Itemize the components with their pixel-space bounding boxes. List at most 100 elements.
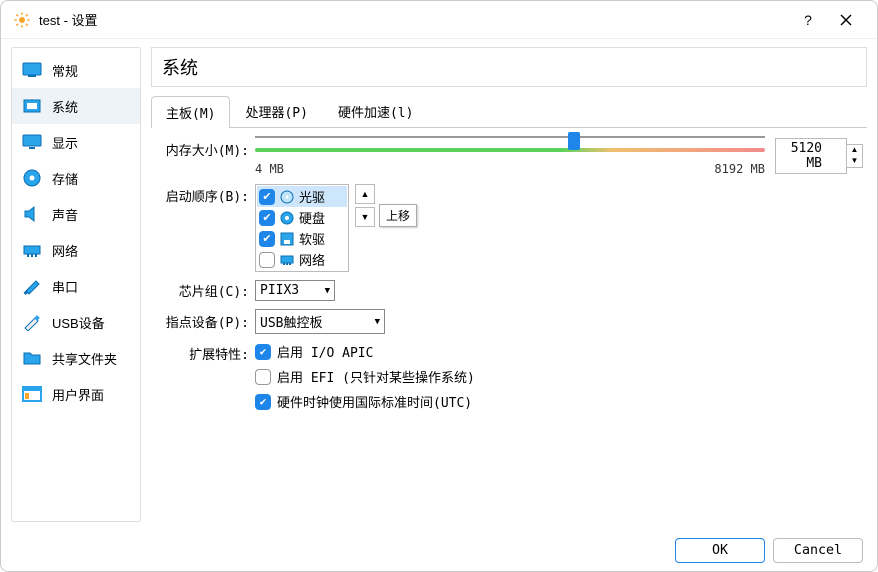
display-icon xyxy=(22,133,42,151)
sidebar-item-shared[interactable]: 共享文件夹 xyxy=(12,340,140,376)
titlebar: test - 设置 ? xyxy=(1,1,877,39)
sidebar-item-label: 网络 xyxy=(52,241,78,260)
boot-item-label: 软驱 xyxy=(299,229,325,248)
checkbox-icon[interactable] xyxy=(255,369,271,385)
chipset-label: 芯片组(C): xyxy=(155,281,255,300)
serial-icon xyxy=(22,277,42,295)
sidebar-item-display[interactable]: 显示 xyxy=(12,124,140,160)
sidebar-item-label: 共享文件夹 xyxy=(52,349,117,368)
pointing-label: 指点设备(P): xyxy=(155,312,255,331)
network-boot-icon xyxy=(279,252,295,268)
boot-item-network[interactable]: 网络 xyxy=(257,249,347,270)
sidebar-item-label: 存储 xyxy=(52,169,78,188)
sidebar-item-system[interactable]: 系统 xyxy=(12,88,140,124)
spin-up-icon: ▲ xyxy=(847,145,862,156)
sidebar-item-network[interactable]: 网络 xyxy=(12,232,140,268)
memory-row: 内存大小(M): 4 MB 8192 MB 5120 MB xyxy=(155,138,863,176)
chevron-down-icon: ▼ xyxy=(375,317,380,327)
slider-thumb[interactable] xyxy=(568,132,580,150)
cancel-button[interactable]: Cancel xyxy=(773,538,863,563)
sidebar-item-storage[interactable]: 存储 xyxy=(12,160,140,196)
sidebar-item-label: 串口 xyxy=(52,277,78,296)
chipset-value: PIIX3 xyxy=(260,283,299,298)
sidebar-item-label: 显示 xyxy=(52,133,78,152)
chipset-combo[interactable]: PIIX3 ▼ xyxy=(255,280,335,301)
harddisk-icon xyxy=(279,210,295,226)
extended-row: 扩展特性: ✔ 启用 I/O APIC 启用 EFI (只针对某些操作系统) ✔ xyxy=(155,342,863,417)
efi-label: 启用 EFI (只针对某些操作系统) xyxy=(277,367,475,386)
sidebar-item-label: 系统 xyxy=(52,97,78,116)
tab-acceleration[interactable]: 硬件加速(l) xyxy=(323,95,428,127)
checkbox-icon[interactable]: ✔ xyxy=(255,344,271,360)
memory-slider[interactable] xyxy=(255,138,765,154)
boot-item-harddisk[interactable]: ✔ 硬盘 xyxy=(257,207,347,228)
main-panel: 系统 主板(M) 处理器(P) 硬件加速(l) 内存大小(M): xyxy=(151,47,867,522)
memory-max-label: 8192 MB xyxy=(714,162,765,176)
sidebar-item-audio[interactable]: 声音 xyxy=(12,196,140,232)
spin-down-icon: ▼ xyxy=(847,156,862,167)
motherboard-form: 内存大小(M): 4 MB 8192 MB 5120 MB xyxy=(151,128,867,435)
checkbox-icon[interactable]: ✔ xyxy=(255,394,271,410)
ok-button[interactable]: OK xyxy=(675,538,765,563)
ioapic-label: 启用 I/O APIC xyxy=(277,342,373,361)
memory-min-label: 4 MB xyxy=(255,162,284,176)
pointing-combo[interactable]: USB触控板 ▼ xyxy=(255,309,385,334)
ioapic-checkbox-row[interactable]: ✔ 启用 I/O APIC xyxy=(255,342,863,361)
optical-icon xyxy=(279,189,295,205)
tabrow: 主板(M) 处理器(P) 硬件加速(l) xyxy=(151,95,867,128)
dialog-footer: OK Cancel xyxy=(1,530,877,571)
tab-processor[interactable]: 处理器(P) xyxy=(230,95,322,127)
tab-motherboard[interactable]: 主板(M) xyxy=(151,96,230,128)
boot-item-label: 光驱 xyxy=(299,187,325,206)
boot-order-row: 启动顺序(B): ✔ 光驱 ✔ 硬盘 xyxy=(155,184,863,272)
pointing-value: USB触控板 xyxy=(260,312,322,331)
usb-icon xyxy=(22,313,42,331)
boot-move-down-button[interactable]: ▼ xyxy=(355,207,375,227)
category-sidebar: 常规 系统 显示 存储 声音 网络 xyxy=(11,47,141,522)
sidebar-item-label: USB设备 xyxy=(52,313,105,332)
sidebar-item-serial[interactable]: 串口 xyxy=(12,268,140,304)
sidebar-item-label: 常规 xyxy=(52,61,78,80)
storage-icon xyxy=(22,169,42,187)
app-icon xyxy=(13,11,31,29)
floppy-icon xyxy=(279,231,295,247)
sidebar-item-label: 用户界面 xyxy=(52,385,104,404)
memory-spinner[interactable]: ▲▼ xyxy=(847,144,863,168)
boot-item-label: 硬盘 xyxy=(299,208,325,227)
chevron-down-icon: ▼ xyxy=(325,286,330,296)
utc-checkbox-row[interactable]: ✔ 硬件时钟使用国际标准时间(UTC) xyxy=(255,392,863,411)
help-button[interactable]: ? xyxy=(789,1,827,39)
extended-label: 扩展特性: xyxy=(155,342,255,363)
ui-icon xyxy=(22,385,42,403)
network-icon xyxy=(22,241,42,259)
memory-label: 内存大小(M): xyxy=(155,138,255,159)
boot-item-floppy[interactable]: ✔ 软驱 xyxy=(257,228,347,249)
boot-item-optical[interactable]: ✔ 光驱 xyxy=(257,186,347,207)
boot-checkbox[interactable]: ✔ xyxy=(259,231,275,247)
sidebar-item-label: 声音 xyxy=(52,205,78,224)
audio-icon xyxy=(22,205,42,223)
window-title: test - 设置 xyxy=(39,10,789,29)
boot-checkbox[interactable]: ✔ xyxy=(259,189,275,205)
efi-checkbox-row[interactable]: 启用 EFI (只针对某些操作系统) xyxy=(255,367,863,386)
boot-order-list[interactable]: ✔ 光驱 ✔ 硬盘 ✔ xyxy=(255,184,349,272)
sidebar-item-general[interactable]: 常规 xyxy=(12,52,140,88)
chipset-row: 芯片组(C): PIIX3 ▼ xyxy=(155,280,863,301)
general-icon xyxy=(22,61,42,79)
move-up-tooltip: 上移 xyxy=(379,204,417,227)
system-icon xyxy=(22,97,42,115)
boot-item-label: 网络 xyxy=(299,250,325,269)
utc-label: 硬件时钟使用国际标准时间(UTC) xyxy=(277,392,472,411)
boot-checkbox[interactable]: ✔ xyxy=(259,210,275,226)
boot-label: 启动顺序(B): xyxy=(155,184,255,205)
boot-move-up-button[interactable]: ▲ xyxy=(355,184,375,204)
pointing-row: 指点设备(P): USB触控板 ▼ xyxy=(155,309,863,334)
sidebar-item-ui[interactable]: 用户界面 xyxy=(12,376,140,412)
settings-window: test - 设置 ? 常规 系统 显示 存储 xyxy=(0,0,878,572)
sidebar-item-usb[interactable]: USB设备 xyxy=(12,304,140,340)
boot-checkbox[interactable] xyxy=(259,252,275,268)
close-button[interactable] xyxy=(827,1,865,39)
page-title: 系统 xyxy=(151,47,867,87)
folder-icon xyxy=(22,349,42,367)
memory-value-input[interactable]: 5120 MB xyxy=(775,138,847,174)
